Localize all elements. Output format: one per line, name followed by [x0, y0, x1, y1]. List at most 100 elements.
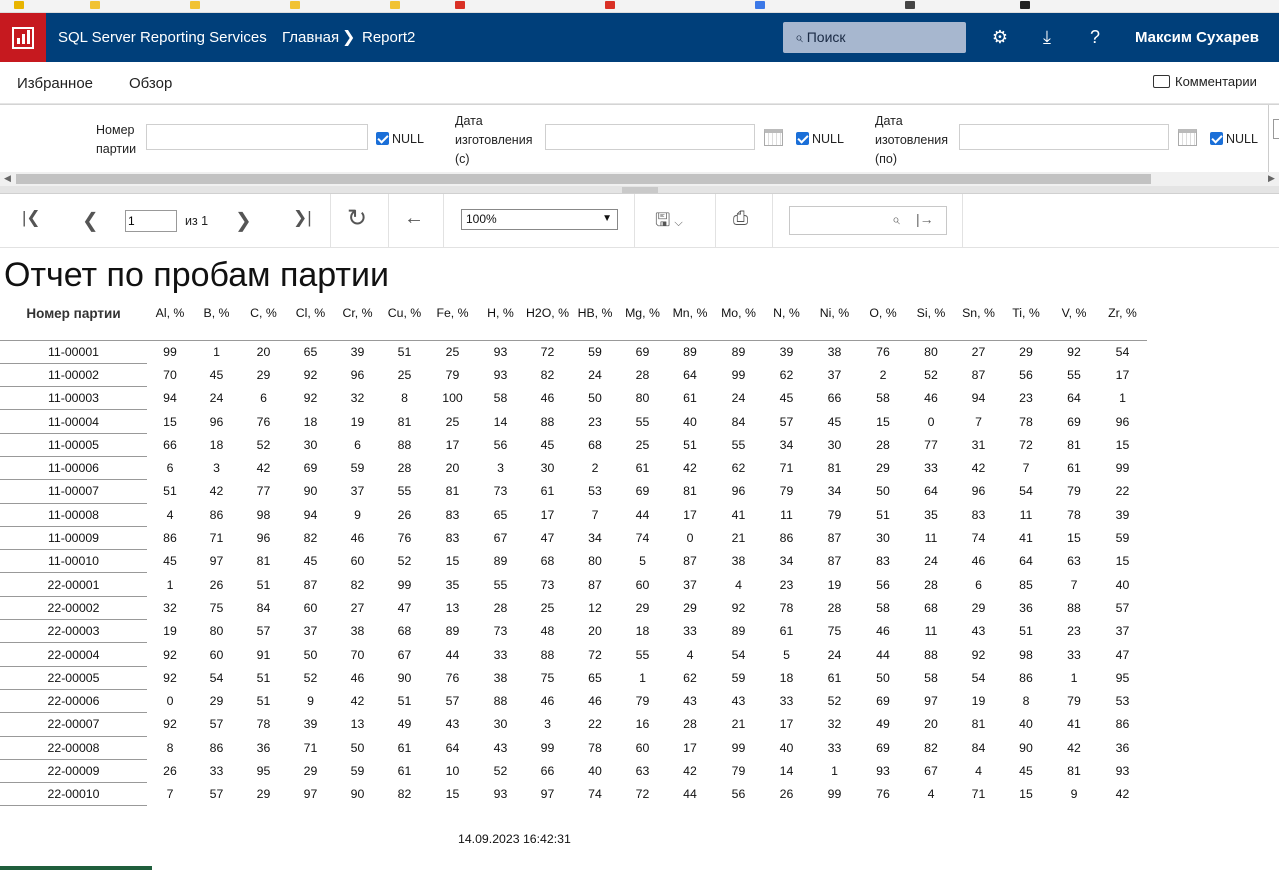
value-cell: 45	[163, 554, 177, 569]
lot-number-cell: 11-00003	[0, 386, 147, 411]
view-report-button[interactable]	[1273, 119, 1279, 139]
nav-favorites[interactable]: Избранное	[17, 75, 93, 92]
value-cell: 70	[163, 367, 177, 382]
value-cell: 42	[971, 461, 986, 476]
bookmark-icon[interactable]	[605, 1, 615, 9]
value-cell: 87	[588, 577, 602, 592]
nav-browse[interactable]: Обзор	[129, 75, 172, 92]
value-cell: 57	[256, 624, 271, 639]
find-text-input[interactable]: ⌕ |→	[789, 206, 947, 235]
print-icon[interactable]: ⎙	[733, 208, 748, 230]
value-cell: 25	[445, 414, 460, 429]
value-cell: 6	[354, 437, 361, 452]
value-cell: 61	[397, 740, 412, 755]
date-to-input[interactable]	[959, 124, 1169, 150]
value-cell: 11	[924, 531, 938, 546]
value-cell: 47	[540, 531, 555, 546]
comments-button[interactable]: Комментарии	[1153, 74, 1257, 89]
search-input[interactable]: ⌕ Поиск	[783, 22, 966, 53]
value-cell: 30	[303, 437, 318, 452]
value-cell: 18	[209, 437, 224, 452]
next-page-icon[interactable]: ❯	[235, 208, 252, 233]
prev-page-icon[interactable]: ❮	[82, 208, 99, 233]
refresh-icon[interactable]: ↻	[347, 204, 367, 233]
value-cell: 64	[1019, 554, 1033, 569]
table-row: 11-00006 6 3 42 69 59 28 20 3 30 2 61 42 62 71 81 29 33 42…	[0, 456, 1147, 481]
value-cell: 39	[763, 339, 810, 364]
date-from-input[interactable]	[545, 124, 755, 150]
bookmark-icon[interactable]	[390, 1, 400, 9]
value-cell: 40	[779, 740, 794, 755]
params-collapse-splitter[interactable]	[0, 186, 1279, 194]
bookmark-icon[interactable]	[190, 1, 200, 9]
value-cell: 48	[540, 624, 555, 639]
value-cell: 59	[571, 339, 619, 364]
help-icon[interactable]: ?	[1084, 26, 1106, 48]
value-cell: 51	[1019, 624, 1033, 639]
app-name[interactable]: SQL Server Reporting Services	[58, 29, 267, 46]
download-icon[interactable]: ⤓	[1036, 26, 1058, 48]
value-cell: 51	[256, 577, 271, 592]
value-cell: 92	[303, 367, 318, 382]
value-cell: 15	[1019, 787, 1033, 802]
value-cell: 32	[827, 717, 842, 732]
nav-row: Избранное Обзор Комментарии	[0, 62, 1279, 104]
value-cell: 18	[779, 670, 794, 685]
scroll-left-icon[interactable]: ◀	[4, 173, 11, 184]
page-number-input[interactable]	[125, 210, 177, 232]
gear-icon[interactable]: ⚙	[989, 26, 1011, 48]
search-icon[interactable]: ⌕	[892, 211, 900, 228]
find-next-icon[interactable]: |→	[916, 211, 934, 227]
value-cell: 87	[827, 531, 842, 546]
scrollbar-thumb[interactable]	[16, 174, 1151, 184]
export-save-icon[interactable]: 🖫 ⌵	[655, 208, 683, 238]
lot-number-input[interactable]	[146, 124, 368, 150]
bookmark-icon[interactable]	[290, 1, 300, 9]
value-cell: 12	[588, 600, 602, 615]
params-horizontal-scrollbar[interactable]: ◀ ▶	[0, 172, 1279, 186]
bookmark-icon[interactable]	[755, 1, 765, 9]
bookmark-icon[interactable]	[905, 1, 915, 9]
value-cell: 34	[827, 484, 842, 499]
back-icon[interactable]: ←	[404, 207, 424, 230]
bookmark-icon[interactable]	[14, 1, 24, 9]
lot-number-cell: 22-00010	[0, 782, 147, 807]
ssrs-logo-icon[interactable]	[0, 13, 46, 62]
zoom-select[interactable]: 100% ▼	[461, 209, 618, 230]
column-header-lot: Номер партии	[26, 306, 121, 321]
bookmark-icon[interactable]	[1020, 1, 1030, 9]
user-name[interactable]: Максим Сухарев	[1135, 29, 1259, 46]
calendar-icon[interactable]	[764, 129, 783, 146]
first-page-icon[interactable]: |❮	[22, 208, 41, 228]
toolbar-divider	[962, 194, 963, 247]
value-cell: 96	[971, 484, 986, 499]
value-cell: 17	[445, 437, 460, 452]
value-cell: 21	[731, 717, 746, 732]
date-to-null-checkbox[interactable]: NULL	[1210, 132, 1258, 146]
value-cell: 61	[827, 670, 842, 685]
scroll-right-icon[interactable]: ▶	[1268, 173, 1275, 184]
value-cell: 24	[827, 647, 842, 662]
bookmark-icon[interactable]	[455, 1, 465, 9]
last-page-icon[interactable]: ❯|	[293, 208, 312, 228]
value-cell: 94	[163, 391, 177, 406]
column-header: Ni, %	[819, 306, 850, 320]
breadcrumb-home[interactable]: Главная	[282, 29, 339, 46]
value-cell: 29	[209, 694, 224, 709]
bookmark-icon[interactable]	[90, 1, 100, 9]
value-cell: 24	[588, 367, 602, 382]
calendar-icon[interactable]	[1178, 129, 1197, 146]
collapse-handle[interactable]	[622, 187, 658, 193]
lot-null-checkbox[interactable]: NULL	[376, 132, 424, 146]
value-cell: 79	[635, 694, 650, 709]
value-cell: 95	[1115, 670, 1130, 685]
value-cell: 42	[209, 484, 224, 499]
value-cell: 92	[163, 647, 177, 662]
value-cell: 37	[1115, 624, 1130, 639]
zoom-value: 100%	[466, 212, 497, 226]
value-cell: 23	[779, 577, 794, 592]
search-placeholder: Поиск	[806, 29, 846, 45]
divider	[1268, 105, 1269, 173]
date-from-null-checkbox[interactable]: NULL	[796, 132, 844, 146]
value-cell: 5	[639, 554, 646, 569]
